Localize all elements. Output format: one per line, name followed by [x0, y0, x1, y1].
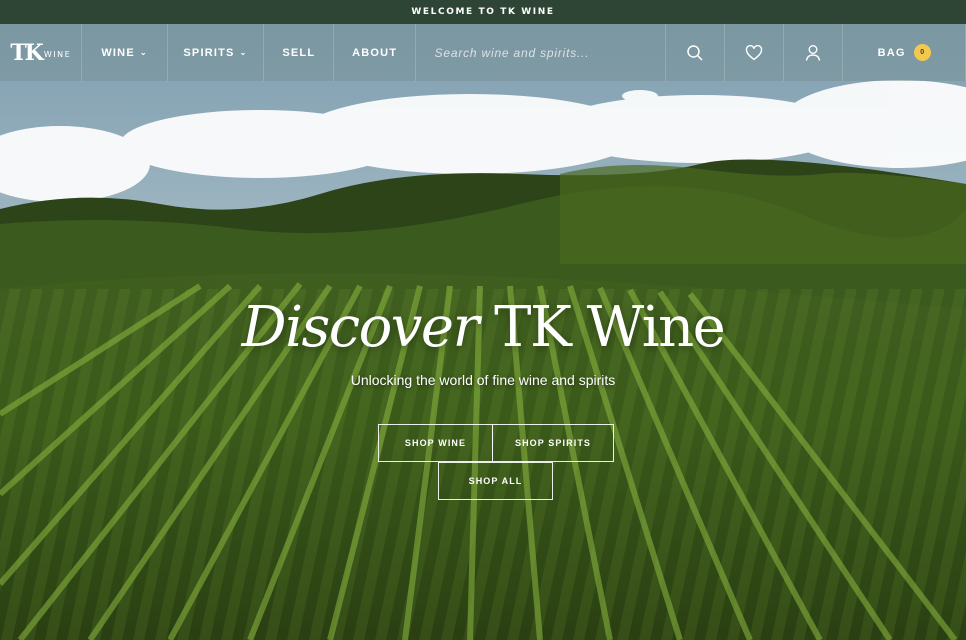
wishlist-button[interactable] [725, 24, 785, 81]
bag-count-badge: 0 [913, 44, 931, 61]
shop-spirits-button[interactable]: SHOP SPIRITS [492, 424, 614, 462]
headline-italic: Discover [241, 295, 480, 360]
shop-wine-button[interactable]: SHOP WINE [378, 424, 493, 462]
main-navigation: TK WINE WINE ⌄ SPIRITS ⌄ SELL ABOUT BAG [0, 24, 966, 81]
shop-wine-label: SHOP WINE [404, 438, 467, 448]
nav-item-label: SELL [282, 46, 316, 59]
chevron-down-icon: ⌄ [139, 48, 148, 57]
chevron-down-icon: ⌄ [239, 48, 248, 57]
headline-rest: TK Wine [477, 295, 726, 360]
bag-label: BAG [877, 46, 906, 59]
search-button[interactable] [666, 24, 726, 81]
site-logo[interactable]: TK WINE [0, 24, 83, 81]
logo-wordmark: WINE [43, 49, 72, 59]
shop-spirits-label: SHOP SPIRITS [514, 438, 592, 448]
logo-mark: TK [10, 39, 43, 66]
nav-item-label: SPIRITS [183, 46, 235, 59]
search-bar [416, 24, 667, 81]
search-input[interactable] [434, 45, 665, 60]
heart-icon [746, 44, 763, 60]
search-icon [687, 44, 703, 61]
bag-button[interactable]: BAG 0 [843, 24, 966, 81]
announcement-bar: WELCOME TO TK WINE [0, 0, 966, 24]
nav-item-wine[interactable]: WINE ⌄ [82, 24, 168, 81]
nav-item-about[interactable]: ABOUT [334, 24, 416, 81]
user-icon [806, 44, 821, 61]
nav-item-sell[interactable]: SELL [264, 24, 335, 81]
nav-item-label: ABOUT [352, 46, 398, 59]
account-button[interactable] [784, 24, 844, 81]
announcement-text: WELCOME TO TK WINE [411, 7, 555, 17]
nav-item-label: WINE [101, 46, 135, 59]
shop-all-button[interactable]: SHOP ALL [438, 462, 553, 500]
hero-subtitle: Unlocking the world of fine wine and spi… [350, 372, 616, 388]
hero-headline: Discover TK Wine [0, 295, 966, 360]
shop-all-label: SHOP ALL [468, 476, 523, 486]
nav-item-spirits[interactable]: SPIRITS ⌄ [168, 24, 265, 81]
